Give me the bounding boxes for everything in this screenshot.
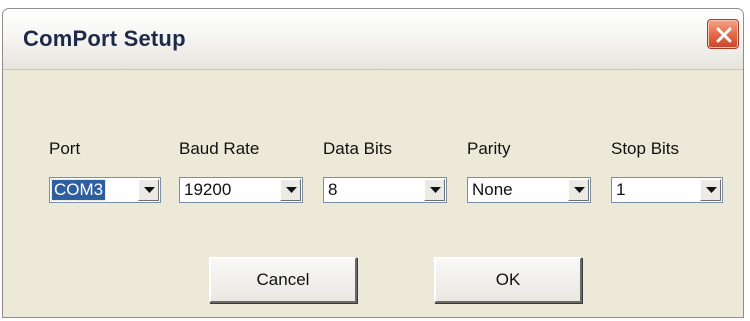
- parity-select[interactable]: None: [467, 177, 591, 203]
- port-value: COM3: [50, 179, 107, 201]
- data-bits-select[interactable]: 8: [323, 177, 447, 203]
- port-label: Port: [49, 139, 81, 158]
- chevron-down-icon: [574, 187, 585, 193]
- close-button[interactable]: [707, 19, 739, 49]
- stop-bits-value: 1: [616, 180, 626, 199]
- parity-label: Parity: [467, 139, 511, 158]
- port-dropdown-button[interactable]: [138, 179, 159, 201]
- data-bits-label: Data Bits: [323, 139, 392, 158]
- stop-bits-dropdown-button[interactable]: [700, 179, 721, 201]
- baud-rate-select[interactable]: 19200: [179, 177, 303, 203]
- cancel-button[interactable]: Cancel: [209, 257, 357, 303]
- port-select[interactable]: COM3: [49, 177, 161, 203]
- title-bar[interactable]: ComPort Setup: [3, 9, 743, 70]
- baud-rate-value: 19200: [184, 180, 232, 199]
- chevron-down-icon: [706, 187, 717, 193]
- baud-rate-label: Baud Rate: [179, 139, 260, 158]
- stop-bits-select[interactable]: 1: [611, 177, 723, 203]
- chevron-down-icon: [286, 187, 297, 193]
- chevron-down-icon: [144, 187, 155, 193]
- comport-setup-dialog: ComPort Setup Port COM3 Baud Rate 19200 …: [2, 8, 744, 318]
- stop-bits-label: Stop Bits: [611, 139, 680, 158]
- ok-button[interactable]: OK: [434, 257, 582, 303]
- parity-value: None: [472, 180, 513, 199]
- chevron-down-icon: [430, 187, 441, 193]
- data-bits-value: 8: [328, 180, 338, 199]
- close-icon: [716, 27, 732, 43]
- window-title: ComPort Setup: [23, 26, 186, 51]
- data-bits-dropdown-button[interactable]: [424, 179, 445, 201]
- baud-rate-dropdown-button[interactable]: [280, 179, 301, 201]
- parity-dropdown-button[interactable]: [568, 179, 589, 201]
